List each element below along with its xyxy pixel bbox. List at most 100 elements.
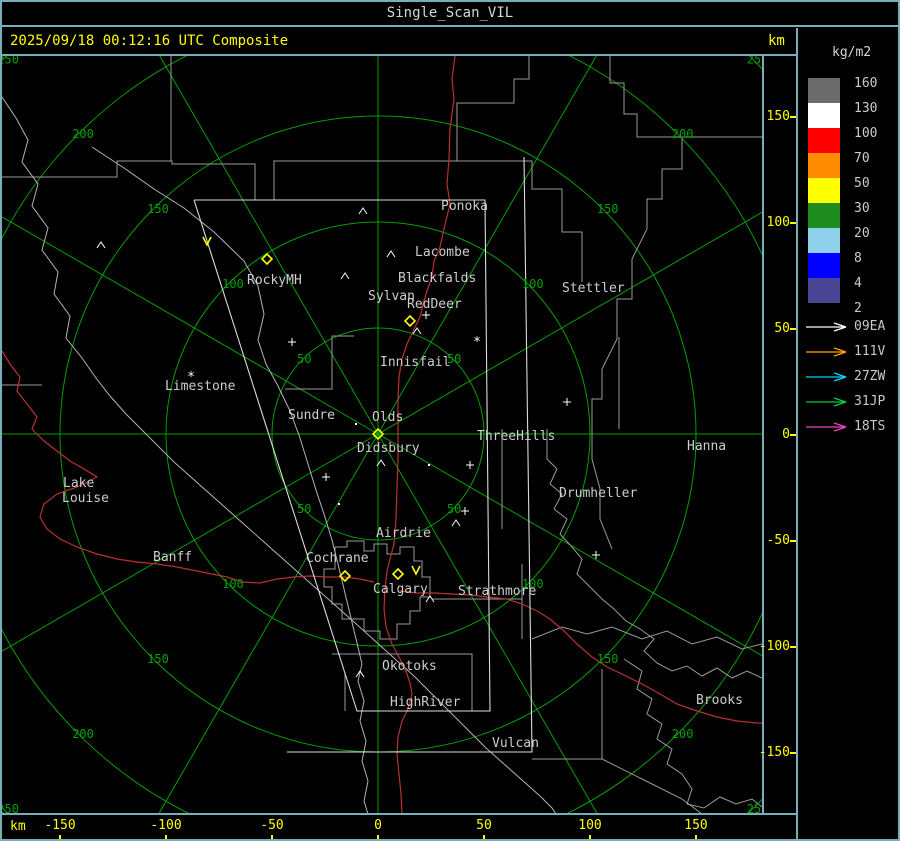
storm-track-arrow-icon (806, 422, 847, 432)
range-spoke (2, 433, 379, 652)
boundary-line (531, 626, 763, 650)
ring-distance-label: 250 (2, 802, 19, 813)
city-label: Sundre (288, 408, 335, 423)
color-scale-swatch (808, 203, 840, 228)
color-scale-swatch (808, 78, 840, 103)
town-star-marker: * (473, 335, 481, 350)
storm-cell-diamond-marker (391, 567, 405, 581)
right-axis-tick-label: -150 (758, 745, 790, 760)
ring-distance-label: 150 (147, 652, 169, 666)
color-scale-value-label: 2 (854, 301, 862, 316)
color-scale-swatch (808, 103, 840, 128)
right-axis: 150 100 50 0 -50 -100 -150 (759, 28, 797, 815)
ring-distance-label: 250 (747, 802, 762, 813)
terrain-boundary-line (91, 146, 369, 815)
color-scale-value-label: 4 (854, 276, 862, 291)
ring-distance-label: 150 (597, 652, 619, 666)
city-label: ThreeHills (477, 429, 555, 444)
city-label: Strathmore (458, 584, 536, 599)
bottom-axis-tick-mark (59, 835, 61, 839)
ring-distance-label: 50 (447, 502, 461, 516)
color-scale-value-label: 20 (854, 226, 870, 241)
range-spoke (143, 433, 379, 839)
right-axis-tick-label: 50 (774, 321, 790, 336)
city-label: Calgary (373, 582, 428, 597)
city-label: Stettler (562, 281, 625, 296)
city-label: RockyMH (247, 273, 302, 288)
city-label: Limestone (165, 379, 236, 394)
city-label: Brooks (696, 693, 743, 708)
boundary-line (285, 335, 354, 390)
city-label: Banff (153, 550, 192, 565)
ring-distance-label: 150 (147, 202, 169, 216)
color-scale-swatch (808, 153, 840, 178)
bottom-axis-tick-mark (695, 835, 697, 839)
ring-distance-label: 200 (72, 127, 94, 141)
town-dot-marker (428, 464, 430, 466)
bottom-axis: km -150 -100 -50 0 50 100 150 (2, 815, 798, 839)
town-caret-marker (96, 241, 106, 249)
color-scale-swatch (808, 253, 840, 278)
right-axis-tick-label: 100 (766, 215, 790, 230)
storm-track-arrow-icon (806, 397, 847, 407)
town-caret-marker (340, 272, 350, 280)
bottom-axis-tick-label: 100 (578, 818, 602, 833)
color-scale-value-label: 100 (854, 126, 878, 141)
ring-distance-label: 200 (672, 127, 694, 141)
ring-distance-label: 250 (2, 56, 19, 66)
city-label: Ponoka (441, 199, 488, 214)
right-axis-tick-label: 0 (782, 427, 790, 442)
storm-track-id-label: 27ZW (854, 369, 886, 384)
boundary-line (609, 56, 762, 138)
city-label: Lacombe (415, 245, 470, 260)
boundary-line (601, 758, 703, 815)
town-caret-marker (358, 207, 368, 215)
right-axis-tick-label: -50 (766, 533, 790, 548)
bottom-axis-tick-label: 150 (684, 818, 708, 833)
city-label: Innisfail (380, 355, 450, 370)
window-title: Single_Scan_VIL (2, 2, 898, 27)
ring-distance-label: 50 (297, 502, 311, 516)
town-caret-marker (451, 519, 461, 527)
legend-unit-label: kg/m2 (832, 45, 872, 60)
ring-distance-label: 50 (297, 352, 311, 366)
legend-panel: kg/m2 160 130 100 70 50 30 20 8 4 2 09EA 111V 27ZW 3… (798, 28, 898, 839)
city-label: Vulcan (492, 736, 539, 751)
ring-distance-label: 200 (672, 727, 694, 741)
color-scale-swatch (808, 228, 840, 253)
town-plus-marker (322, 473, 330, 481)
color-scale-value-label: 160 (854, 76, 878, 91)
town-plus-marker (466, 461, 474, 469)
city-label: Didsbury (357, 441, 420, 456)
city-label: HighRiver (390, 695, 461, 710)
range-spoke (128, 2, 379, 435)
radar-viewer-window: Single_Scan_VIL 2025/09/18 00:12:16 UTC … (0, 0, 900, 841)
storm-track-arrow-icon (806, 372, 847, 382)
color-scale-value-label: 130 (854, 101, 878, 116)
ring-distance-label: 200 (72, 727, 94, 741)
city-label: Louise (62, 491, 109, 506)
town-dot-marker (338, 503, 340, 505)
storm-track-id-label: 09EA (854, 319, 886, 334)
boundary-line (546, 429, 763, 679)
city-label: RedDeer (407, 297, 462, 312)
storm-track-id-label: 18TS (854, 419, 886, 434)
city-label: Lake (63, 476, 94, 491)
color-scale-value-label: 30 (854, 201, 870, 216)
bottom-axis-tick-mark (165, 835, 167, 839)
bottom-axis-tick-mark (377, 835, 379, 839)
radar-map: 50 5050 50100 100100 100150 150150 150200 20020… (2, 2, 898, 839)
city-label: Blackfalds (398, 271, 476, 286)
ring-distance-label: 250 (747, 56, 762, 66)
town-caret-marker (386, 250, 396, 258)
radar-map-canvas[interactable]: 50 50 50 50 100 100 100 100 150 150 150 150 200 200 20… (2, 2, 898, 839)
color-scale-swatch (808, 178, 840, 203)
ring-distance-label: 100 (222, 577, 244, 591)
storm-track-arrow-icon (806, 347, 847, 357)
city-label: Airdrie (376, 526, 431, 541)
ring-distance-label: 100 (522, 277, 544, 291)
color-scale-swatch (808, 278, 840, 303)
bottom-axis-tick-mark (589, 835, 591, 839)
color-scale-value-label: 50 (854, 176, 870, 191)
bottom-axis-tick-label: -150 (44, 818, 76, 833)
